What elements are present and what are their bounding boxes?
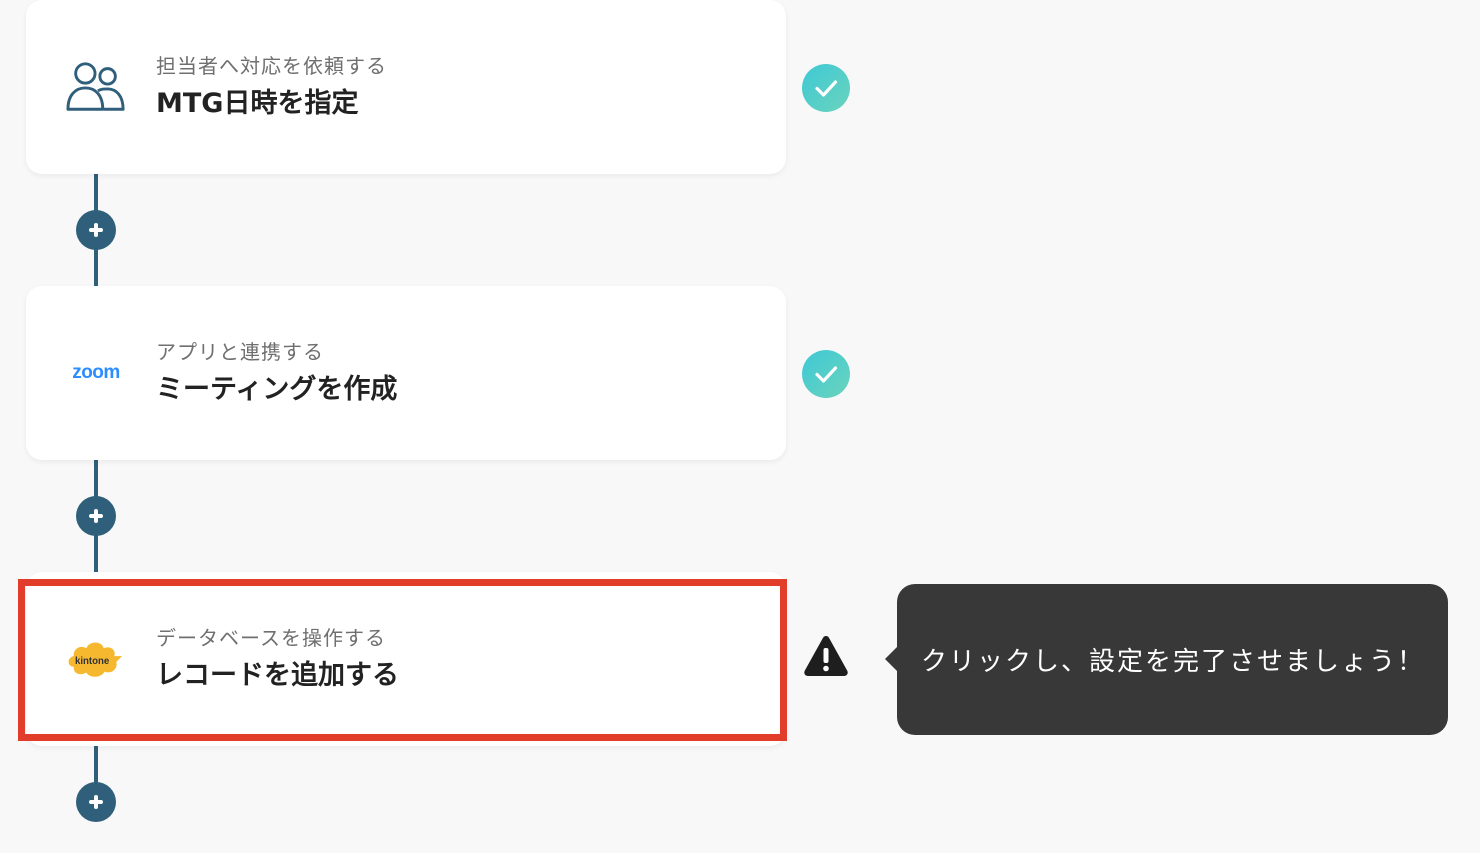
check-icon (802, 64, 850, 112)
users-icon (66, 57, 126, 117)
kintone-logo-icon: kintone (66, 629, 126, 689)
check-icon (802, 350, 850, 398)
add-step-button[interactable] (76, 782, 116, 822)
step-category: データベースを操作する (156, 626, 386, 650)
step-card-kintone-record[interactable]: kintone データベースを操作する レコードを追加する (26, 572, 786, 746)
kintone-logo-text: kintone (75, 656, 110, 667)
add-step-button[interactable] (76, 210, 116, 250)
step-title: レコードを追加する (156, 660, 399, 691)
guide-tooltip: クリックし、設定を完了させましょう！ (885, 584, 1448, 735)
step-title: ミーティングを作成 (156, 374, 398, 405)
step-title: MTG日時を指定 (156, 88, 359, 119)
step-card-zoom-meeting[interactable]: zoom アプリと連携する ミーティングを作成 (26, 286, 786, 460)
tooltip-text: クリックし、設定を完了させましょう！ (921, 647, 1426, 677)
add-step-button[interactable] (76, 496, 116, 536)
step-card-mtg-datetime[interactable]: 担当者へ対応を依頼する MTG日時を指定 (26, 0, 786, 174)
step-category: 担当者へ対応を依頼する (156, 54, 387, 78)
zoom-logo-icon: zoom (66, 343, 126, 403)
step-category: アプリと連携する (156, 340, 324, 364)
zoom-logo-text: zoom (72, 362, 120, 383)
warning-icon (802, 632, 850, 680)
